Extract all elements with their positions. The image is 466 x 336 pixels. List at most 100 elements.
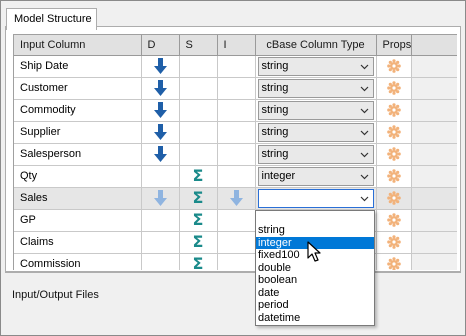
sigma-icon[interactable]: Σ [193,234,204,250]
chevron-down-icon[interactable] [359,61,370,72]
s-cell[interactable]: Σ [179,209,218,232]
dimension-down-arrow-icon[interactable] [153,80,167,96]
column-type-cell[interactable]: integer [255,165,377,188]
props-cell[interactable] [376,253,412,270]
props-gear-icon[interactable] [386,81,401,95]
props-gear-icon[interactable] [386,103,401,117]
filler-cell[interactable] [411,121,457,144]
props-gear-icon[interactable] [386,257,401,270]
props-cell[interactable] [376,99,412,122]
header-i[interactable]: I [217,35,256,56]
filler-cell[interactable] [411,99,457,122]
header-d[interactable]: D [141,35,180,56]
d-cell[interactable] [141,187,180,210]
column-type-dropdown-list[interactable]: string integer fixed100 double boolean date pe… [255,210,375,326]
column-type-cell[interactable]: string [255,77,377,100]
column-type-select[interactable] [257,188,374,208]
props-gear-icon[interactable] [386,213,401,227]
input-column-cell[interactable]: GP [14,209,142,232]
props-gear-icon[interactable] [386,125,401,139]
i-cell[interactable] [217,209,256,232]
table-row[interactable]: Supplier string [14,121,457,144]
props-cell[interactable] [376,231,412,254]
table-row[interactable]: Claims Σ [14,231,457,254]
i-cell[interactable] [217,165,256,188]
d-cell[interactable] [141,77,180,100]
tab-model-structure[interactable]: Model Structure [6,8,97,30]
column-type-cell[interactable] [255,187,377,210]
column-type-select[interactable]: integer [257,166,374,186]
s-cell[interactable]: Σ [179,165,218,188]
sigma-icon[interactable]: Σ [193,256,204,271]
s-cell[interactable]: Σ [179,231,218,254]
filler-cell[interactable] [411,209,457,232]
column-type-select[interactable]: string [257,56,374,76]
i-cell[interactable] [217,121,256,144]
s-cell[interactable] [179,143,218,166]
chevron-down-icon[interactable] [359,83,370,94]
props-cell[interactable] [376,187,412,210]
column-type-cell[interactable]: string [255,99,377,122]
i-cell[interactable] [217,143,256,166]
chevron-down-icon[interactable] [359,105,370,116]
i-cell[interactable] [217,231,256,254]
table-row[interactable]: Commodity string [14,99,457,122]
props-cell[interactable] [376,209,412,232]
sigma-icon[interactable]: Σ [193,190,204,206]
s-cell[interactable] [179,55,218,78]
props-cell[interactable] [376,165,412,188]
sigma-icon[interactable]: Σ [193,168,204,184]
column-type-select[interactable]: string [257,144,374,164]
input-column-cell[interactable]: Supplier [14,121,142,144]
input-column-cell[interactable]: Ship Date [14,55,142,78]
column-type-cell[interactable]: string [255,121,377,144]
d-cell[interactable] [141,231,180,254]
column-type-cell[interactable]: string [255,143,377,166]
input-column-cell[interactable]: Salesperson [14,143,142,166]
input-output-files-label[interactable]: Input/Output Files [12,289,99,301]
header-cbase-column-type[interactable]: cBase Column Type [255,35,377,56]
d-cell[interactable] [141,99,180,122]
column-type-select[interactable]: string [257,122,374,142]
index-down-arrow-icon[interactable] [229,190,243,206]
dropdown-option-string[interactable]: string [256,224,374,237]
column-type-cell[interactable]: string [255,55,377,78]
s-cell[interactable]: Σ [179,187,218,210]
d-cell[interactable] [141,209,180,232]
i-cell[interactable] [217,187,256,210]
chevron-down-icon[interactable] [359,171,370,182]
dropdown-option-boolean[interactable]: boolean [256,274,374,287]
dropdown-option-period[interactable]: period [256,299,374,312]
i-cell[interactable] [217,253,256,270]
table-row[interactable]: Commission Σ [14,253,457,270]
header-input-column[interactable]: Input Column [14,35,142,56]
props-cell[interactable] [376,55,412,78]
d-cell[interactable] [141,55,180,78]
props-gear-icon[interactable] [386,235,401,249]
filler-cell[interactable] [411,143,457,166]
input-column-cell[interactable]: Customer [14,77,142,100]
filler-cell[interactable] [411,165,457,188]
props-gear-icon[interactable] [386,191,401,205]
table-row[interactable]: Ship Date string [14,55,457,78]
dropdown-option-date[interactable]: date [256,287,374,300]
input-column-cell[interactable]: Commodity [14,99,142,122]
d-cell[interactable] [141,253,180,270]
dimension-down-arrow-icon[interactable] [153,124,167,140]
table-row[interactable]: Qty Σinteger [14,165,457,188]
input-column-cell[interactable]: Commission [14,253,142,270]
input-column-cell[interactable]: Qty [14,165,142,188]
s-cell[interactable]: Σ [179,253,218,271]
table-row[interactable]: Salesperson string [14,143,457,166]
filler-cell[interactable] [411,253,457,270]
filler-cell[interactable] [411,77,457,100]
sigma-icon[interactable]: Σ [193,212,204,228]
props-gear-icon[interactable] [386,147,401,161]
dimension-down-arrow-icon[interactable] [153,190,167,206]
d-cell[interactable] [141,165,180,188]
input-column-cell[interactable]: Sales [14,187,142,210]
filler-cell[interactable] [411,187,457,210]
filler-cell[interactable] [411,55,457,78]
i-cell[interactable] [217,77,256,100]
filler-cell[interactable] [411,231,457,254]
